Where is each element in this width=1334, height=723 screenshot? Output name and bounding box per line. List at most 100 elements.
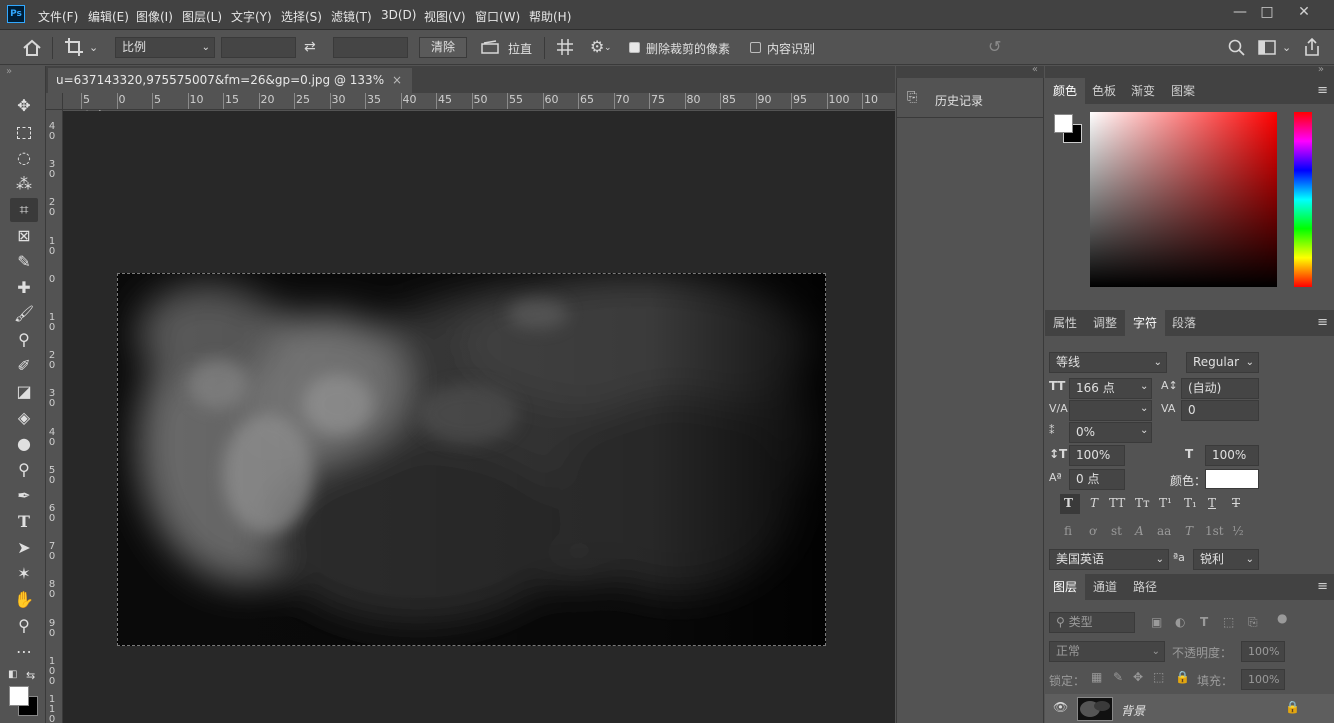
paint-bucket-tool-icon[interactable]: ◈ bbox=[10, 406, 38, 430]
document-tab[interactable]: u=637143320,975575007&fm=26&gp=0.jpg @ 1… bbox=[48, 68, 412, 112]
vertical-scale-input[interactable]: 100% bbox=[1069, 445, 1125, 466]
grid-overlay-icon[interactable] bbox=[556, 38, 574, 56]
filter-smart-object-icon[interactable]: ⎘ bbox=[1248, 615, 1258, 630]
stamp-tool-icon[interactable]: ⚲ bbox=[10, 328, 38, 352]
shape-tool-icon[interactable]: ✶ bbox=[10, 562, 38, 586]
search-icon[interactable] bbox=[1228, 39, 1246, 57]
eyedropper-tool-icon[interactable]: ✎ bbox=[10, 250, 38, 274]
ordinals-icon[interactable]: 1st bbox=[1205, 524, 1224, 538]
chevron-down-icon[interactable]: ⌄ bbox=[89, 41, 98, 54]
baseline-shift-input[interactable]: 0 点 bbox=[1069, 469, 1125, 490]
filter-shape-icon[interactable]: ⬚ bbox=[1223, 615, 1234, 629]
menu-type[interactable]: 文字(Y) bbox=[231, 8, 272, 25]
document-image[interactable] bbox=[117, 273, 826, 646]
small-caps-icon[interactable]: Tт bbox=[1135, 496, 1150, 510]
underline-icon[interactable]: T bbox=[1208, 496, 1216, 510]
chevron-down-icon[interactable]: ⌄ bbox=[604, 43, 612, 53]
all-caps-icon[interactable]: TT bbox=[1109, 496, 1125, 510]
hand-tool-icon[interactable]: ✋ bbox=[10, 588, 38, 612]
healing-brush-tool-icon[interactable]: ✚ bbox=[10, 276, 38, 300]
chevron-down-icon[interactable]: ⌄ bbox=[1140, 403, 1148, 414]
tab-character[interactable]: 字符 bbox=[1125, 310, 1165, 336]
tab-channels[interactable]: 通道 bbox=[1085, 574, 1125, 600]
menu-filter[interactable]: 滤镜(T) bbox=[331, 8, 372, 25]
faux-bold-icon[interactable]: T bbox=[1064, 496, 1073, 510]
lock-all-icon[interactable]: 🔒 bbox=[1175, 670, 1190, 684]
lock-transparent-icon[interactable]: ▦ bbox=[1091, 670, 1102, 684]
collapse-toolbar-icon[interactable]: » bbox=[6, 66, 12, 77]
ratio-select[interactable]: 比例 ⌄ bbox=[115, 37, 215, 58]
menu-edit[interactable]: 编辑(E) bbox=[88, 8, 129, 25]
expand-panel-icon[interactable]: » bbox=[1318, 64, 1324, 75]
layer-filter-select[interactable]: ⚲ 类型 bbox=[1049, 612, 1135, 633]
fill-input[interactable]: 100% bbox=[1241, 669, 1285, 690]
strikethrough-icon[interactable]: T bbox=[1232, 496, 1240, 510]
chevron-down-icon[interactable]: ⌄ bbox=[1282, 41, 1291, 54]
tab-properties[interactable]: 属性 bbox=[1045, 310, 1085, 336]
blend-mode-select[interactable]: 正常 ⌄ bbox=[1049, 641, 1165, 662]
close-window-button[interactable]: ✕ bbox=[1290, 2, 1318, 22]
opacity-input[interactable]: 100% bbox=[1241, 641, 1285, 662]
history-panel-header[interactable]: ⎘ 历史记录 bbox=[897, 78, 1043, 118]
tab-layers[interactable]: 图层 bbox=[1045, 574, 1085, 600]
pen-tool-icon[interactable]: ✒ bbox=[10, 484, 38, 508]
anti-alias-select[interactable]: 锐利 ⌄ bbox=[1193, 549, 1259, 570]
tab-patterns[interactable]: 图案 bbox=[1163, 78, 1203, 104]
home-icon[interactable] bbox=[22, 39, 42, 57]
stylistic-alternates-icon[interactable]: aa bbox=[1157, 524, 1171, 538]
gear-icon[interactable]: ⚙ bbox=[590, 37, 604, 56]
ruler-origin[interactable] bbox=[46, 93, 63, 110]
history-brush-tool-icon[interactable]: ✐ bbox=[10, 354, 38, 378]
old-style-icon[interactable]: st bbox=[1111, 524, 1122, 538]
tab-gradients[interactable]: 渐变 bbox=[1123, 78, 1163, 104]
magic-wand-tool-icon[interactable]: ⁂ bbox=[10, 172, 38, 196]
foreground-color-swatch[interactable] bbox=[9, 686, 29, 706]
swap-icon[interactable]: ⇄ bbox=[304, 39, 316, 55]
superscript-icon[interactable]: T¹ bbox=[1159, 496, 1172, 510]
titling-alternates-icon[interactable]: T bbox=[1185, 524, 1193, 538]
swap-colors-icon[interactable]: ⇆ bbox=[26, 669, 35, 682]
content-aware-checkbox[interactable] bbox=[750, 42, 761, 53]
chevron-down-icon[interactable]: ⌄ bbox=[1140, 381, 1148, 392]
restore-button[interactable]: □ bbox=[1253, 2, 1281, 22]
minimize-button[interactable]: — bbox=[1226, 2, 1254, 22]
font-family-select[interactable]: 等线 ⌄ bbox=[1049, 352, 1167, 373]
lock-position-icon[interactable]: ✥ bbox=[1133, 670, 1143, 684]
delete-cropped-checkbox[interactable] bbox=[629, 42, 640, 53]
brush-tool-icon[interactable]: 🖌 bbox=[10, 302, 38, 326]
filter-adjustment-icon[interactable]: ◐ bbox=[1175, 615, 1185, 629]
color-foreground-swatch[interactable] bbox=[1054, 114, 1073, 133]
horizontal-scale-input[interactable]: 100% bbox=[1205, 445, 1259, 466]
zoom-tool-icon[interactable]: ⚲ bbox=[10, 614, 38, 638]
tab-color[interactable]: 颜色 bbox=[1045, 78, 1085, 104]
close-tab-icon[interactable]: × bbox=[392, 68, 402, 93]
tab-paths[interactable]: 路径 bbox=[1125, 574, 1165, 600]
move-tool-icon[interactable]: ✥ bbox=[10, 94, 38, 118]
default-colors-icon[interactable]: ◧ bbox=[8, 669, 17, 680]
type-tool-icon[interactable]: T bbox=[10, 510, 38, 534]
subscript-icon[interactable]: T₁ bbox=[1184, 496, 1197, 510]
text-color-swatch[interactable] bbox=[1205, 469, 1259, 489]
tab-adjustments[interactable]: 调整 bbox=[1085, 310, 1125, 336]
straighten-icon[interactable] bbox=[480, 39, 500, 55]
tracking-select[interactable]: 0 bbox=[1181, 400, 1259, 421]
blur-tool-icon[interactable]: ● bbox=[10, 432, 38, 456]
path-selection-tool-icon[interactable]: ➤ bbox=[10, 536, 38, 560]
menu-view[interactable]: 视图(V) bbox=[424, 8, 466, 25]
crop-width-input[interactable] bbox=[221, 37, 296, 58]
chevron-down-icon[interactable]: ⌄ bbox=[1140, 425, 1148, 436]
menu-window[interactable]: 窗口(W) bbox=[475, 8, 520, 25]
panel-menu-icon[interactable]: ≡ bbox=[1317, 83, 1328, 98]
hue-slider[interactable] bbox=[1294, 112, 1312, 287]
color-saturation-field[interactable] bbox=[1090, 112, 1277, 287]
dodge-tool-icon[interactable]: ⚲ bbox=[10, 458, 38, 482]
leading-input[interactable]: (自动) bbox=[1181, 378, 1259, 399]
faux-italic-icon[interactable]: T bbox=[1090, 496, 1098, 510]
font-style-select[interactable]: Regular ⌄ bbox=[1186, 352, 1259, 373]
lock-artboard-icon[interactable]: ⬚ bbox=[1153, 670, 1164, 684]
frame-tool-icon[interactable]: ⊠ bbox=[10, 224, 38, 248]
tab-swatches[interactable]: 色板 bbox=[1085, 78, 1123, 104]
crop-tool-icon[interactable] bbox=[64, 37, 86, 57]
layer-row[interactable]: 👁 背景 🔒 bbox=[1045, 694, 1334, 723]
menu-help[interactable]: 帮助(H) bbox=[529, 8, 571, 25]
